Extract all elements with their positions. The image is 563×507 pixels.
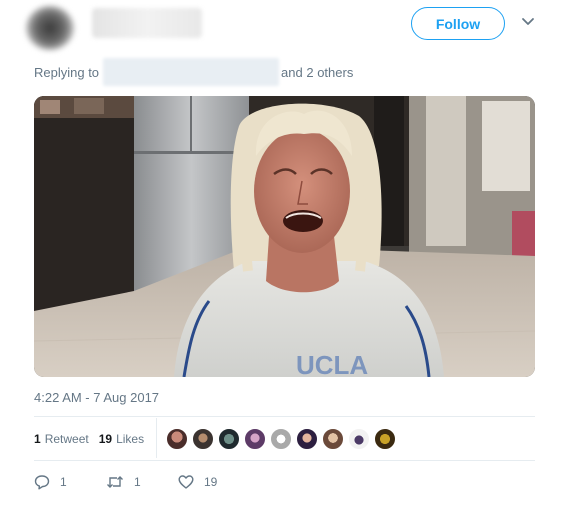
tweet-timestamp[interactable]: 4:22 AM - 7 Aug 2017 (34, 390, 159, 405)
more-options-button[interactable] (518, 12, 538, 32)
reply-icon (34, 475, 50, 490)
liker-avatar[interactable] (348, 428, 370, 450)
reply-button[interactable]: 1 (34, 474, 106, 490)
divider-bottom (34, 460, 535, 461)
likes-stat[interactable]: 19 Likes (99, 432, 144, 446)
reply-recipient-redacted[interactable] (103, 58, 280, 86)
stats-separator (156, 418, 157, 458)
crying-woman-image: UCLA (34, 96, 535, 377)
avatar[interactable] (26, 6, 74, 50)
liker-avatar[interactable] (218, 428, 240, 450)
replying-to-label: Replying to (34, 64, 100, 80)
reply-others-link[interactable]: and 2 others (281, 65, 353, 80)
tweet-media-gif[interactable]: UCLA (34, 96, 535, 377)
like-count: 19 (204, 475, 218, 489)
like-button[interactable]: 19 (178, 474, 250, 490)
liker-avatar[interactable] (192, 428, 214, 450)
retweets-label: Retweet (44, 432, 89, 446)
liker-avatar[interactable] (296, 428, 318, 450)
retweet-icon (107, 476, 123, 488)
chevron-down-icon (522, 18, 534, 25)
user-name-redacted[interactable] (92, 8, 202, 38)
tweet-stats: 1 Retweet 19 Likes (34, 426, 154, 452)
heart-icon (178, 475, 194, 489)
follow-button[interactable]: Follow (411, 7, 505, 40)
replying-to-line: Replying to and 2 others (34, 58, 353, 86)
liker-avatar[interactable] (374, 428, 396, 450)
retweet-count: 1 (134, 475, 141, 489)
retweets-stat[interactable]: 1 Retweet (34, 432, 89, 446)
svg-text:UCLA: UCLA (296, 350, 368, 377)
liker-avatar[interactable] (270, 428, 292, 450)
liker-avatar[interactable] (166, 428, 188, 450)
tweet-header: Follow (0, 0, 563, 56)
liker-avatar[interactable] (244, 428, 266, 450)
likes-label: Likes (116, 432, 145, 446)
likes-count: 19 (98, 432, 113, 446)
retweet-button[interactable]: 1 (106, 474, 178, 490)
divider-top (34, 416, 535, 417)
liker-avatar[interactable] (322, 428, 344, 450)
tweet-actions: 1 1 19 (34, 472, 250, 492)
reply-count: 1 (60, 475, 67, 489)
retweets-count: 1 (34, 432, 41, 446)
liker-avatars (166, 428, 400, 450)
